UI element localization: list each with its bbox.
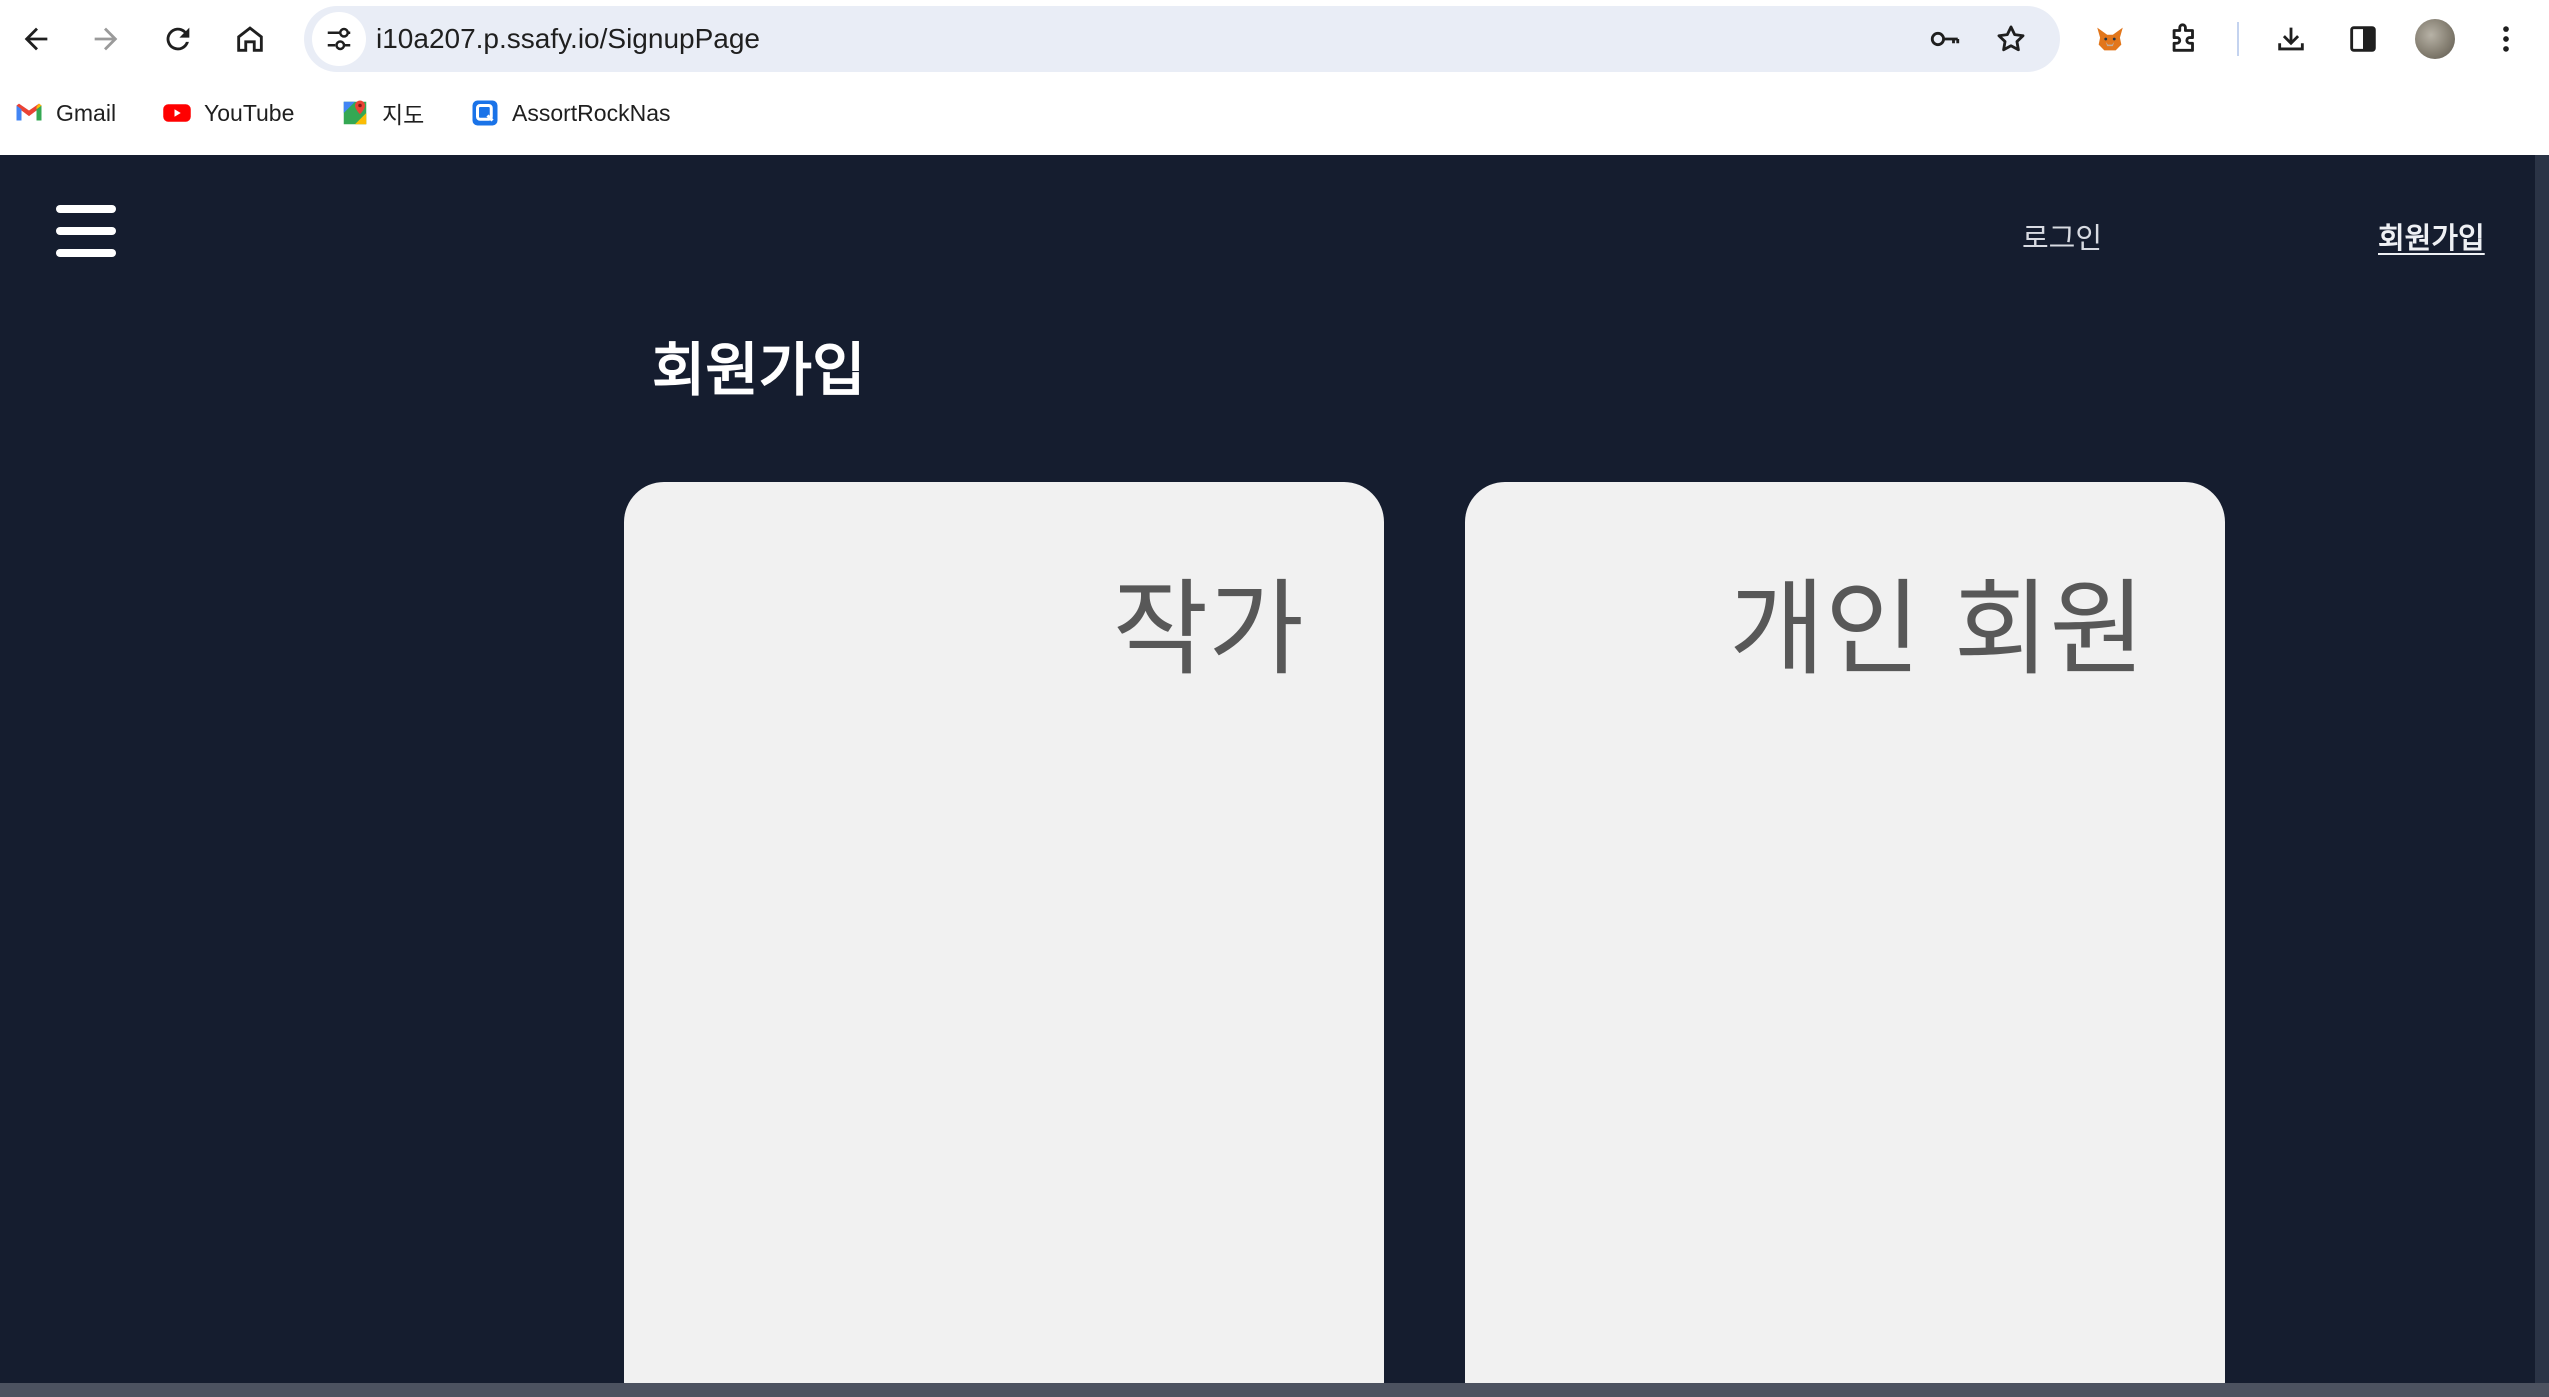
card-title: 개인 회원 xyxy=(1729,568,2145,690)
forward-button[interactable] xyxy=(78,11,134,67)
reload-icon xyxy=(166,27,190,51)
personal-member-signup-card[interactable]: 개인 회원 xyxy=(1465,482,2225,1397)
bookmark-maps[interactable]: 지도 xyxy=(340,82,424,144)
site-info-button[interactable] xyxy=(312,12,366,66)
extensions-button[interactable] xyxy=(2156,11,2212,67)
browser-toolbar: i10a207.p.ssafy.io/SignupPage xyxy=(0,0,2549,78)
kebab-menu-icon xyxy=(2503,26,2509,52)
reload-button[interactable] xyxy=(150,11,206,67)
maps-icon xyxy=(340,98,370,128)
url-text[interactable]: i10a207.p.ssafy.io/SignupPage xyxy=(376,6,760,72)
bookmark-label: YouTube xyxy=(204,99,295,126)
address-bar[interactable]: i10a207.p.ssafy.io/SignupPage xyxy=(304,6,2060,72)
author-signup-card[interactable]: 작가 xyxy=(624,482,1384,1397)
forward-arrow-icon xyxy=(94,27,118,51)
bookmark-star-button[interactable] xyxy=(1990,18,2032,60)
vertical-scrollbar[interactable] xyxy=(2535,155,2549,1385)
back-arrow-icon xyxy=(24,27,48,51)
toolbar-divider xyxy=(2237,22,2239,56)
star-icon xyxy=(1997,25,2025,52)
bookmark-label: AssortRockNas xyxy=(512,99,671,126)
login-link[interactable]: 로그인 xyxy=(2022,215,2102,257)
bookmark-gmail[interactable]: Gmail xyxy=(14,82,116,144)
side-panel-button[interactable] xyxy=(2335,11,2391,67)
assortrock-icon xyxy=(470,98,500,128)
home-button[interactable] xyxy=(222,11,278,67)
menu-bar-line xyxy=(56,227,116,235)
tune-icon xyxy=(327,27,351,51)
menu-bar-line xyxy=(56,205,116,213)
page-title: 회원가입 xyxy=(652,336,866,404)
horizontal-scrollbar[interactable] xyxy=(0,1383,2549,1397)
side-panel-icon xyxy=(2350,26,2376,52)
card-title: 작가 xyxy=(1112,568,1304,690)
browser-chrome: i10a207.p.ssafy.io/SignupPage Gmail YouT… xyxy=(0,0,2549,155)
bookmark-label: 지도 xyxy=(382,102,425,128)
youtube-icon xyxy=(162,98,192,128)
key-icon xyxy=(1930,31,1960,47)
signup-link[interactable]: 회원가입 xyxy=(2378,215,2485,257)
fox-icon xyxy=(2097,27,2123,51)
puzzle-icon xyxy=(2172,23,2194,52)
metamask-extension-button[interactable] xyxy=(2082,11,2138,67)
downloads-button[interactable] xyxy=(2263,11,2319,67)
browser-menu-button[interactable] xyxy=(2478,11,2534,67)
back-button[interactable] xyxy=(8,11,64,67)
hamburger-menu-icon[interactable] xyxy=(56,205,116,257)
gmail-icon xyxy=(14,98,44,128)
profile-avatar[interactable] xyxy=(2415,19,2455,59)
password-key-button[interactable] xyxy=(1924,18,1966,60)
download-icon xyxy=(2278,27,2304,51)
bookmarks-bar: Gmail YouTube 지도 AssortRockNas xyxy=(0,82,2549,144)
home-icon xyxy=(237,26,263,52)
bookmark-label: Gmail xyxy=(56,99,117,126)
menu-bar-line xyxy=(56,249,116,257)
page-viewport: 로그인 회원가입 회원가입 작가 개인 회원 xyxy=(0,155,2549,1397)
bookmark-assortrocknas[interactable]: AssortRockNas xyxy=(470,82,670,144)
bookmark-youtube[interactable]: YouTube xyxy=(162,82,294,144)
